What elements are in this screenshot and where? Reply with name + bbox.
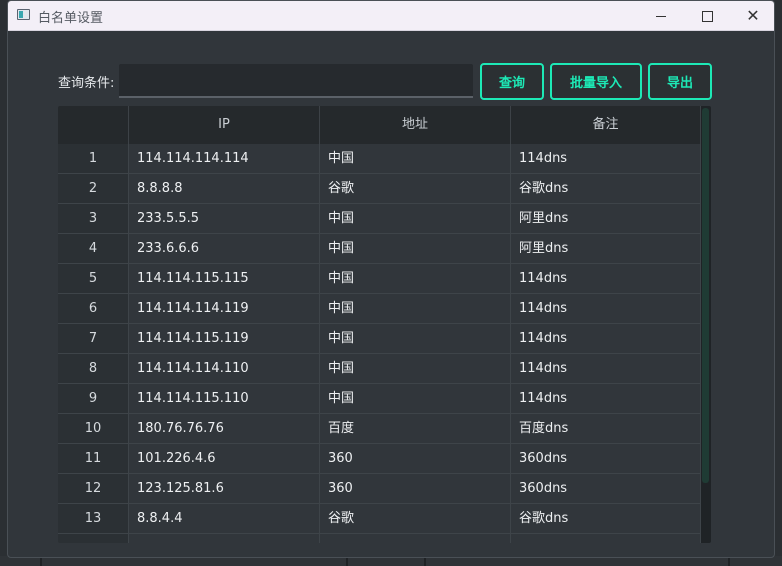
row-index[interactable]: 9	[58, 384, 129, 414]
ip-cell[interactable]: 114.114.114.114	[129, 144, 320, 174]
ip-cell[interactable]	[129, 534, 320, 543]
note-cell[interactable]	[511, 534, 701, 543]
ip-cell[interactable]: 180.76.76.76	[129, 414, 320, 444]
address-cell[interactable]: 中国	[320, 234, 511, 264]
column-header-ip[interactable]: IP	[129, 106, 320, 144]
window-title: 白名单设置	[38, 11, 104, 26]
whitelist-window: 白名单设置 ✕ 查询条件: 查询 批量导入 导出 IP 地址 备注 1 114.…	[7, 0, 775, 558]
address-cell[interactable]: 360	[320, 444, 511, 474]
row-index[interactable]: 6	[58, 294, 129, 324]
row-index[interactable]: 8	[58, 354, 129, 384]
note-cell[interactable]: 百度dns	[511, 414, 701, 444]
minimize-button[interactable]	[638, 1, 684, 31]
table-row[interactable]: 12 123.125.81.6 360 360dns	[58, 474, 701, 504]
vertical-scrollbar[interactable]	[701, 106, 711, 543]
note-cell[interactable]: 114dns	[511, 324, 701, 354]
ip-cell[interactable]: 114.114.115.110	[129, 384, 320, 414]
address-cell[interactable]: 谷歌	[320, 504, 511, 534]
table-row[interactable]: 8 114.114.114.110 中国 114dns	[58, 354, 701, 384]
table-row[interactable]: 1 114.114.114.114 中国 114dns	[58, 144, 701, 174]
ip-cell[interactable]: 123.125.81.6	[129, 474, 320, 504]
ip-cell[interactable]: 114.114.114.110	[129, 354, 320, 384]
note-cell[interactable]: 114dns	[511, 264, 701, 294]
header-corner[interactable]	[58, 106, 129, 144]
ip-cell[interactable]: 101.226.4.6	[129, 444, 320, 474]
batch-import-button[interactable]: 批量导入	[550, 63, 642, 100]
ip-cell[interactable]: 8.8.8.8	[129, 174, 320, 204]
address-cell[interactable]: 中国	[320, 264, 511, 294]
table-row[interactable]	[58, 534, 701, 543]
table-row[interactable]: 5 114.114.115.115 中国 114dns	[58, 264, 701, 294]
address-cell[interactable]: 中国	[320, 384, 511, 414]
row-index[interactable]: 12	[58, 474, 129, 504]
close-icon: ✕	[746, 6, 760, 25]
scrollbar-thumb[interactable]	[702, 108, 709, 483]
table-row[interactable]: 2 8.8.8.8 谷歌 谷歌dns	[58, 174, 701, 204]
row-index[interactable]	[58, 534, 129, 543]
whitelist-table: IP 地址 备注 1 114.114.114.114 中国 114dns 2 8…	[58, 106, 711, 543]
row-index[interactable]: 11	[58, 444, 129, 474]
address-cell[interactable]: 360	[320, 474, 511, 504]
maximize-icon	[701, 10, 713, 22]
ip-cell[interactable]: 114.114.115.115	[129, 264, 320, 294]
row-index[interactable]: 7	[58, 324, 129, 354]
query-condition-label: 查询条件:	[58, 76, 115, 91]
table-header: IP 地址 备注	[58, 106, 701, 144]
row-index[interactable]: 2	[58, 174, 129, 204]
export-button[interactable]: 导出	[648, 63, 712, 100]
ip-cell[interactable]: 114.114.115.119	[129, 324, 320, 354]
minimize-icon	[656, 15, 666, 17]
close-button[interactable]: ✕	[730, 1, 774, 31]
note-cell[interactable]: 114dns	[511, 384, 701, 414]
table-row[interactable]: 7 114.114.115.119 中国 114dns	[58, 324, 701, 354]
ip-cell[interactable]: 233.6.6.6	[129, 234, 320, 264]
row-index[interactable]: 4	[58, 234, 129, 264]
note-cell[interactable]: 360dns	[511, 474, 701, 504]
table-row[interactable]: 13 8.8.4.4 谷歌 谷歌dns	[58, 504, 701, 534]
note-cell[interactable]: 114dns	[511, 144, 701, 174]
note-cell[interactable]: 阿里dns	[511, 204, 701, 234]
query-input[interactable]	[119, 64, 473, 98]
address-cell[interactable]: 中国	[320, 204, 511, 234]
note-cell[interactable]: 谷歌dns	[511, 174, 701, 204]
address-cell[interactable]	[320, 534, 511, 543]
app-icon	[17, 9, 30, 20]
row-index[interactable]: 5	[58, 264, 129, 294]
ip-cell[interactable]: 8.8.4.4	[129, 504, 320, 534]
query-button[interactable]: 查询	[480, 63, 544, 100]
ip-cell[interactable]: 114.114.114.119	[129, 294, 320, 324]
row-index[interactable]: 10	[58, 414, 129, 444]
table-row[interactable]: 11 101.226.4.6 360 360dns	[58, 444, 701, 474]
note-cell[interactable]: 114dns	[511, 294, 701, 324]
title-bar[interactable]: 白名单设置 ✕	[8, 1, 774, 31]
maximize-button[interactable]	[684, 1, 730, 31]
address-cell[interactable]: 中国	[320, 354, 511, 384]
address-cell[interactable]: 中国	[320, 324, 511, 354]
address-cell[interactable]: 中国	[320, 294, 511, 324]
address-cell[interactable]: 中国	[320, 144, 511, 174]
table-row[interactable]: 9 114.114.115.110 中国 114dns	[58, 384, 701, 414]
column-header-address[interactable]: 地址	[320, 106, 511, 144]
table-row[interactable]: 4 233.6.6.6 中国 阿里dns	[58, 234, 701, 264]
note-cell[interactable]: 谷歌dns	[511, 504, 701, 534]
row-index[interactable]: 13	[58, 504, 129, 534]
table-row[interactable]: 6 114.114.114.119 中国 114dns	[58, 294, 701, 324]
table-row[interactable]: 3 233.5.5.5 中国 阿里dns	[58, 204, 701, 234]
row-index[interactable]: 1	[58, 144, 129, 174]
row-index[interactable]: 3	[58, 204, 129, 234]
note-cell[interactable]: 阿里dns	[511, 234, 701, 264]
column-header-note[interactable]: 备注	[511, 106, 701, 144]
table-row[interactable]: 10 180.76.76.76 百度 百度dns	[58, 414, 701, 444]
note-cell[interactable]: 360dns	[511, 444, 701, 474]
note-cell[interactable]: 114dns	[511, 354, 701, 384]
address-cell[interactable]: 谷歌	[320, 174, 511, 204]
ip-cell[interactable]: 233.5.5.5	[129, 204, 320, 234]
address-cell[interactable]: 百度	[320, 414, 511, 444]
